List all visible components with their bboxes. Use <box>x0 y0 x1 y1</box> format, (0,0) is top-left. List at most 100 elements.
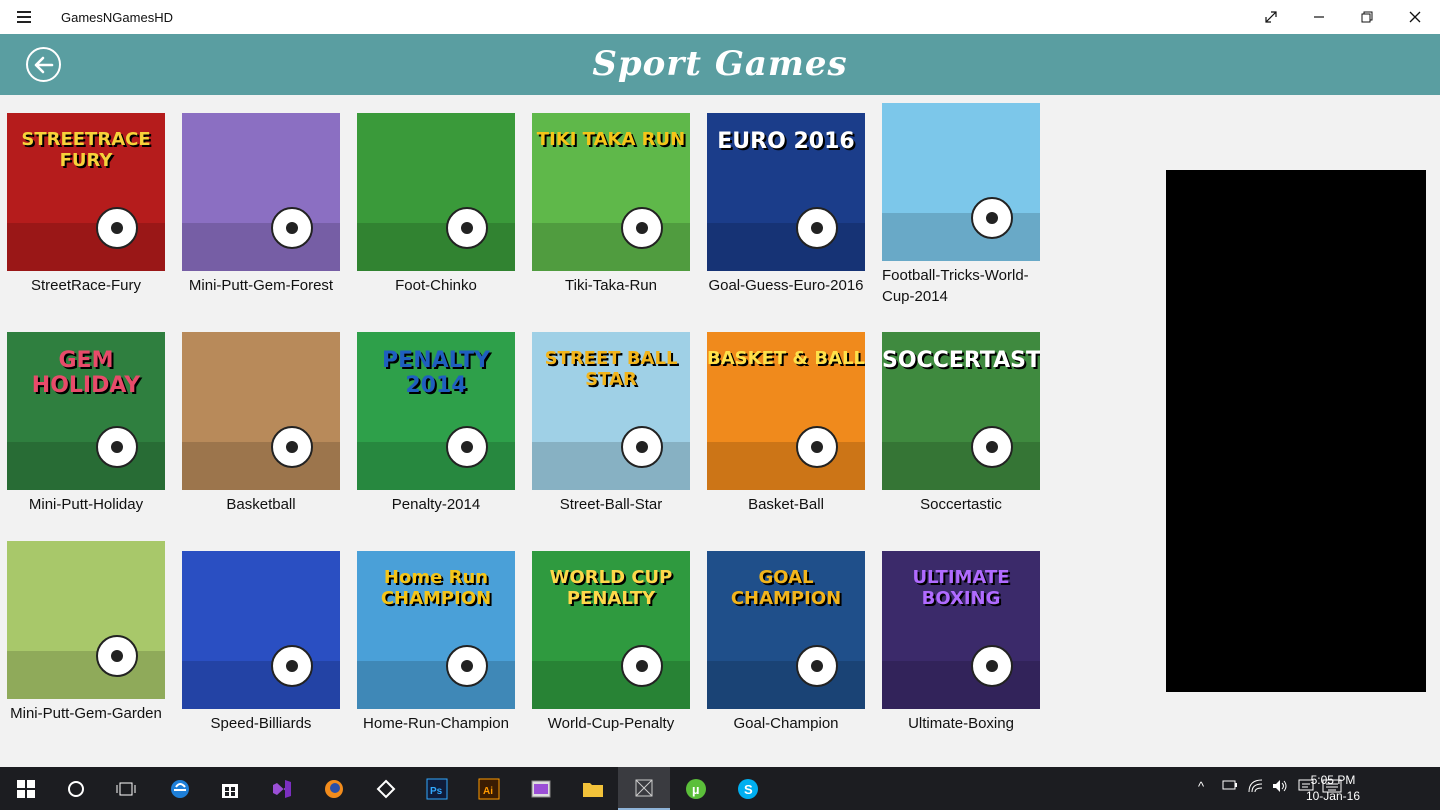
game-thumbnail[interactable]: BASKET & BALL <box>707 332 865 490</box>
game-art-title: STREETRACE FURY <box>21 129 151 171</box>
game-title: Mini-Putt-Gem-Garden <box>10 705 162 722</box>
svg-text:Ps: Ps <box>430 786 443 797</box>
game-title: Soccertastic <box>920 496 1002 513</box>
store-icon[interactable] <box>204 767 256 810</box>
game-tile[interactable]: Mini-Putt-Gem-Garden <box>7 541 165 724</box>
game-tile[interactable]: Football-Tricks-World-Cup-2014 <box>882 103 1040 307</box>
game-tile[interactable]: Speed-Billiards <box>182 551 340 734</box>
task-view-icon[interactable] <box>100 767 152 810</box>
game-tile[interactable]: SOCCERTASTIC Soccertastic <box>882 332 1040 515</box>
game-thumbnail[interactable]: EURO 2016 <box>707 113 865 271</box>
game-tile[interactable]: PENALTY 2014 Penalty-2014 <box>357 332 515 515</box>
game-title: Foot-Chinko <box>395 277 477 294</box>
game-art-title: PENALTY 2014 <box>382 348 490 398</box>
start-icon[interactable] <box>0 767 52 810</box>
hamburger-menu-icon[interactable] <box>17 11 31 23</box>
games-app-icon[interactable] <box>618 767 670 810</box>
game-tile[interactable]: STREETRACE FURY StreetRace-Fury <box>7 113 165 296</box>
app-title: GamesNGamesHD <box>61 10 173 25</box>
game-thumbnail[interactable]: WORLD CUP PENALTY <box>532 551 690 709</box>
cortana-icon[interactable] <box>50 767 102 810</box>
game-thumbnail[interactable] <box>357 113 515 271</box>
game-thumbnail[interactable] <box>182 113 340 271</box>
game-tile[interactable]: GOAL CHAMPION Goal-Champion <box>707 551 865 734</box>
game-thumbnail[interactable]: Home Run CHAMPION <box>357 551 515 709</box>
game-title: Mini-Putt-Holiday <box>28 496 144 513</box>
game-tile[interactable]: GEM HOLIDAY Mini-Putt-Holiday <box>7 332 165 515</box>
game-title: Goal-Guess-Euro-2016 <box>708 277 864 294</box>
clock-time: 5:05 PM <box>1310 773 1356 787</box>
app-icon[interactable] <box>515 767 567 810</box>
game-thumbnail[interactable]: STREET BALL STAR <box>532 332 690 490</box>
chevron-up-icon[interactable]: ^ <box>1198 779 1204 794</box>
game-art-title: Home Run CHAMPION <box>380 567 492 609</box>
game-thumbnail[interactable]: ULTIMATE BOXING <box>882 551 1040 709</box>
skype-icon[interactable]: S <box>722 767 774 810</box>
unity-icon[interactable] <box>360 767 412 810</box>
game-art-title: SOCCERTASTIC <box>882 348 1040 373</box>
game-title: Tiki-Taka-Run <box>565 277 657 294</box>
game-tile[interactable]: STREET BALL STAR Street-Ball-Star <box>532 332 690 515</box>
game-artwork <box>7 635 165 699</box>
game-title: Goal-Champion <box>733 715 839 732</box>
taskbar: Ps Ai µ S ^ 5:05 PM 10-Jan-16 <box>0 767 1440 810</box>
game-thumbnail[interactable] <box>182 332 340 490</box>
game-tile[interactable]: WORLD CUP PENALTY World-Cup-Penalty <box>532 551 690 734</box>
svg-text:S: S <box>744 782 753 797</box>
game-tile[interactable]: ULTIMATE BOXING Ultimate-Boxing <box>882 551 1040 734</box>
game-title: Football-Tricks-World-Cup-2014 <box>882 267 1029 305</box>
game-art-title: BASKET & BALL <box>707 348 865 369</box>
svg-text:Ai: Ai <box>483 786 493 797</box>
photoshop-icon[interactable]: Ps <box>411 767 463 810</box>
illustrator-icon[interactable]: Ai <box>463 767 515 810</box>
utorrent-icon[interactable]: µ <box>670 767 722 810</box>
game-artwork <box>182 207 340 271</box>
game-title: Speed-Billiards <box>210 715 312 732</box>
game-artwork <box>182 645 340 709</box>
wifi-icon[interactable] <box>1248 779 1264 796</box>
clock[interactable]: 5:05 PM 10-Jan-16 <box>1306 772 1360 804</box>
game-art-title: WORLD CUP PENALTY <box>549 567 673 609</box>
game-title: Penalty-2014 <box>391 496 481 513</box>
game-tile[interactable]: Home Run CHAMPION Home-Run-Champion <box>357 551 515 734</box>
game-tile[interactable]: Basketball <box>182 332 340 515</box>
game-artwork <box>182 426 340 490</box>
battery-icon[interactable] <box>1222 779 1238 794</box>
game-thumbnail[interactable]: PENALTY 2014 <box>357 332 515 490</box>
game-title: Basketball <box>226 496 296 513</box>
ad-banner[interactable] <box>1166 170 1426 692</box>
game-thumbnail[interactable] <box>182 551 340 709</box>
svg-text:µ: µ <box>692 782 700 797</box>
game-title: StreetRace-Fury <box>30 277 142 294</box>
game-tile[interactable]: Foot-Chinko <box>357 113 515 296</box>
header-bar: Sport Games <box>0 34 1440 95</box>
game-thumbnail[interactable]: STREETRACE FURY <box>7 113 165 271</box>
file-explorer-icon[interactable] <box>567 767 619 810</box>
game-tile[interactable]: EURO 2016 Goal-Guess-Euro-2016 <box>707 113 865 296</box>
game-title: World-Cup-Penalty <box>547 715 675 732</box>
edge-icon[interactable] <box>154 767 206 810</box>
game-tile[interactable]: TIKI TAKA RUN Tiki-Taka-Run <box>532 113 690 296</box>
game-thumbnail[interactable] <box>882 103 1040 261</box>
game-thumbnail[interactable]: TIKI TAKA RUN <box>532 113 690 271</box>
game-tile[interactable]: Mini-Putt-Gem-Forest <box>182 113 340 296</box>
game-thumbnail[interactable]: GEM HOLIDAY <box>7 332 165 490</box>
game-artwork <box>357 207 515 271</box>
visual-studio-icon[interactable] <box>256 767 308 810</box>
restore-icon[interactable] <box>1344 0 1390 34</box>
firefox-icon[interactable] <box>308 767 360 810</box>
volume-icon[interactable] <box>1272 779 1288 796</box>
fullscreen-icon[interactable] <box>1248 0 1294 34</box>
minimize-icon[interactable] <box>1296 0 1342 34</box>
game-title: Street-Ball-Star <box>559 496 663 513</box>
game-title: Ultimate-Boxing <box>908 715 1014 732</box>
game-thumbnail[interactable]: SOCCERTASTIC <box>882 332 1040 490</box>
game-tile[interactable]: BASKET & BALL Basket-Ball <box>707 332 865 515</box>
title-bar: GamesNGamesHD <box>0 0 1440 34</box>
game-art-title: GEM HOLIDAY <box>31 348 141 398</box>
game-art-title: GOAL CHAMPION <box>730 567 842 609</box>
game-artwork <box>882 197 1040 261</box>
game-thumbnail[interactable]: GOAL CHAMPION <box>707 551 865 709</box>
game-thumbnail[interactable] <box>7 541 165 699</box>
close-icon[interactable] <box>1392 0 1438 34</box>
